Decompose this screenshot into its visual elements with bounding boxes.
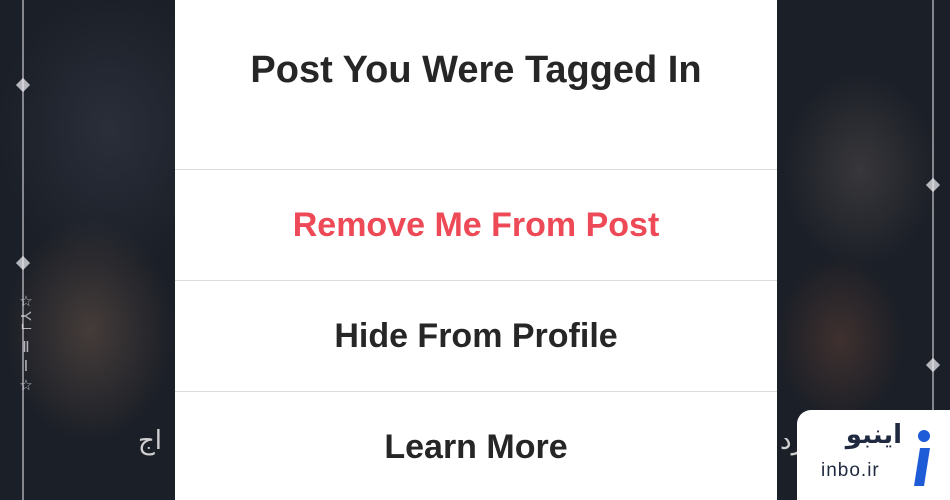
hide-from-profile-button[interactable]: Hide From Profile (175, 280, 777, 391)
watermark-domain: inbo.ir (821, 460, 880, 481)
dialog-title: Post You Were Tagged In (250, 49, 702, 91)
decorative-line-left (22, 0, 24, 500)
decorative-diamond (925, 177, 941, 193)
inbo-watermark: اینبو inbo.ir (797, 410, 950, 500)
background-caption-fragment-left: اج (138, 426, 163, 456)
info-i-logo-icon (914, 430, 930, 486)
decorative-diamond (925, 357, 941, 373)
watermark-brand-name: اینبو (845, 420, 902, 450)
tagged-post-options-dialog: Post You Were Tagged In Remove Me From P… (175, 0, 777, 500)
learn-more-button[interactable]: Learn More (175, 391, 777, 500)
decorative-diamond (15, 77, 31, 93)
background-side-text: ☆YᄂⅡⅠ☆ (17, 292, 34, 396)
remove-me-from-post-button[interactable]: Remove Me From Post (175, 169, 777, 280)
decorative-diamond (15, 255, 31, 271)
